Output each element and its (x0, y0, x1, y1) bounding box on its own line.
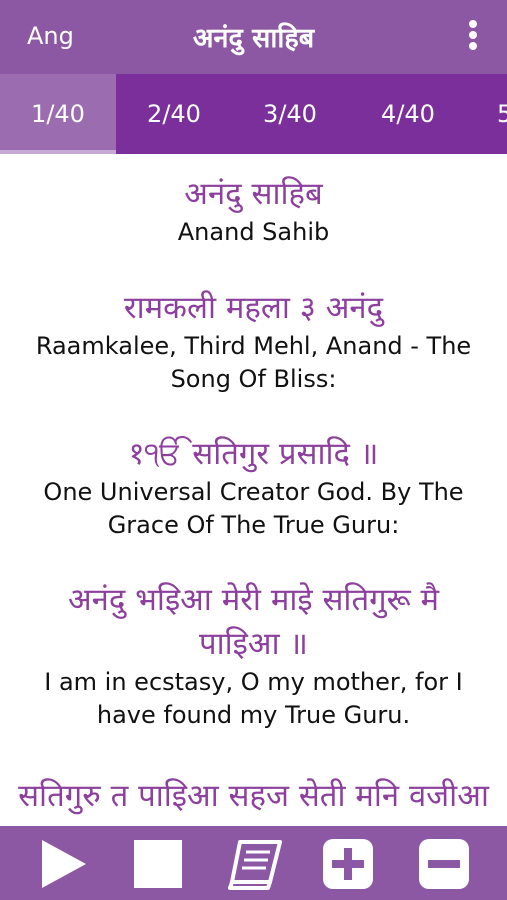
gurmukhi-line: सतिगुरु त पाइिआ सहज सेती मनि वजीआ (18, 778, 489, 814)
translation-line: Anand Sahib (177, 218, 330, 246)
verse-content[interactable]: अनंदु साहिब Anand Sahib रामकली महला ३ अन… (0, 154, 507, 826)
verse-block: १ੴ सतिगुर प्रसादि ॥ One Universal Creato… (0, 432, 507, 542)
tab-4[interactable]: 4/40 (350, 74, 466, 154)
top-bar: Ang अनंदु साहिब (0, 0, 507, 74)
more-vertical-icon[interactable] (467, 20, 479, 54)
stop-icon[interactable] (132, 838, 184, 890)
translation-line: I am in ecstasy, O my mother, for I have… (44, 668, 463, 729)
verse-block: रामकली महला ३ अनंदु Raamkalee, Third Meh… (0, 286, 507, 396)
gurmukhi-line: अनंदु साहिब (184, 176, 323, 212)
book-icon[interactable] (226, 838, 284, 890)
tab-5[interactable]: 5/40 (466, 74, 507, 154)
translation-line: Raamkalee, Third Mehl, Anand - The Song … (35, 332, 472, 393)
verse-block: सतिगुरु त पाइिआ सहज सेती मनि वजीआ (0, 774, 507, 818)
verse-block: अनंदु भइिआ मेरी माइे सतिगुरू मै पाइिआ ॥ … (0, 578, 507, 732)
translation-line: One Universal Creator God. By The Grace … (43, 478, 464, 539)
ang-tabs: 1/40 2/40 3/40 4/40 5/40 (0, 74, 507, 154)
gurmukhi-line: अनंदु भइिआ मेरी माइे सतिगुरू मै पाइिआ ॥ (67, 582, 440, 662)
play-icon[interactable] (38, 838, 90, 890)
bottom-toolbar (0, 826, 507, 900)
page-title: अनंदु साहिब (192, 23, 315, 54)
gurmukhi-line: रामकली महला ३ अनंदु (123, 290, 384, 326)
zoom-out-icon[interactable] (418, 838, 470, 890)
tab-2[interactable]: 2/40 (116, 74, 232, 154)
tab-1[interactable]: 1/40 (0, 74, 116, 154)
gurmukhi-line: १ੴ सतिगुर प्रसादि ॥ (128, 436, 379, 472)
zoom-in-icon[interactable] (322, 838, 374, 890)
tab-3[interactable]: 3/40 (232, 74, 348, 154)
verse-block: अनंदु साहिब Anand Sahib (0, 172, 507, 249)
